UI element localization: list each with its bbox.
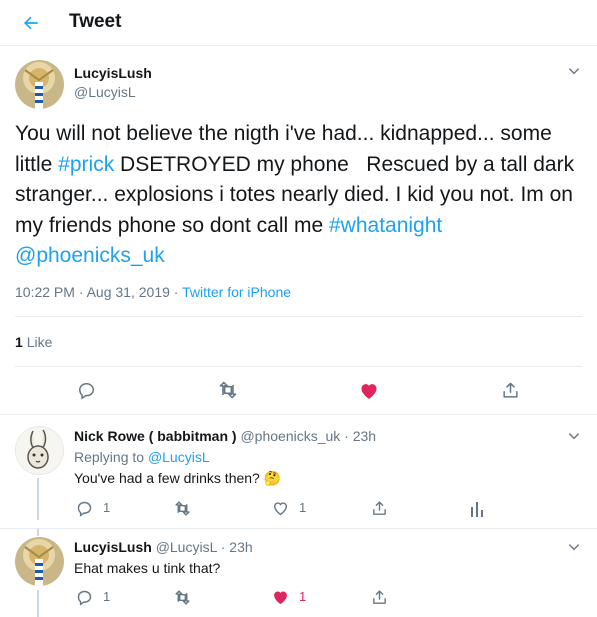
thread-connector [37, 590, 39, 617]
reply-icon[interactable] [74, 587, 94, 607]
share-icon[interactable] [498, 378, 522, 402]
author-handle[interactable]: @LucyisL [74, 84, 136, 100]
top-bar: Tweet [0, 0, 597, 46]
mention-link[interactable]: @LucyisL [148, 449, 210, 465]
divider [0, 414, 597, 415]
reply-header: LucyisLush @LucyisL · 23h [74, 539, 253, 555]
reply-text: Ehat makes u tink that? [74, 560, 221, 576]
divider [15, 366, 582, 367]
divider [0, 528, 597, 529]
avatar[interactable] [15, 537, 64, 586]
like-label: Like [26, 334, 53, 350]
like-count: 1 [299, 589, 307, 604]
reply-count: 1 [103, 589, 111, 604]
thread-connector [37, 529, 39, 536]
retweet-icon[interactable] [171, 498, 193, 518]
tweet-meta: 10:22 PM · Aug 31, 2019 · Twitter for iP… [15, 284, 291, 300]
avatar[interactable] [15, 426, 64, 475]
chevron-down-icon[interactable] [564, 426, 584, 446]
reply-icon[interactable] [74, 378, 98, 402]
replying-label: Replying to [74, 449, 148, 465]
reply-text: You've had a few drinks then? 🤔 [74, 470, 282, 486]
author-name[interactable]: Nick Rowe ( babbitman ) [74, 428, 237, 444]
share-icon[interactable] [369, 498, 389, 518]
author-name[interactable]: LucyisLush [74, 65, 152, 81]
likes-summary[interactable]: 1 Like [15, 334, 52, 350]
hashtag-link[interactable]: #whatanight [329, 214, 442, 237]
replying-to: Replying to @LucyisL [74, 449, 210, 465]
author-handle[interactable]: @LucyisL · 23h [156, 539, 253, 555]
tweet-text: You will not believe the nigth i've had.… [15, 119, 587, 272]
heart-icon[interactable] [270, 498, 290, 518]
heart-filled-icon[interactable] [357, 378, 381, 402]
author-handle[interactable]: @phoenicks_uk · 23h [240, 428, 376, 444]
timestamp[interactable]: 10:22 PM · Aug 31, 2019 · [15, 284, 182, 300]
share-icon[interactable] [369, 587, 389, 607]
heart-filled-icon[interactable] [270, 587, 290, 607]
back-arrow-icon[interactable] [14, 6, 48, 40]
hashtag-link[interactable]: #prick [58, 153, 114, 176]
retweet-icon[interactable] [171, 587, 193, 607]
retweet-icon[interactable] [215, 378, 241, 402]
chevron-down-icon[interactable] [564, 61, 584, 81]
like-count: 1 [299, 500, 307, 515]
thread-connector [37, 478, 39, 520]
author-name[interactable]: LucyisLush [74, 539, 152, 555]
reply-header: Nick Rowe ( babbitman ) @phoenicks_uk · … [74, 428, 376, 444]
reply-icon[interactable] [74, 498, 94, 518]
divider [15, 316, 582, 317]
source-link[interactable]: Twitter for iPhone [182, 284, 291, 300]
page-title: Tweet [69, 11, 122, 32]
mention-link[interactable]: @phoenicks_uk [15, 244, 165, 267]
reply-count: 1 [103, 500, 111, 515]
analytics-icon[interactable] [467, 498, 487, 518]
like-count: 1 [15, 334, 23, 350]
chevron-down-icon[interactable] [564, 537, 584, 557]
avatar[interactable] [15, 60, 64, 109]
